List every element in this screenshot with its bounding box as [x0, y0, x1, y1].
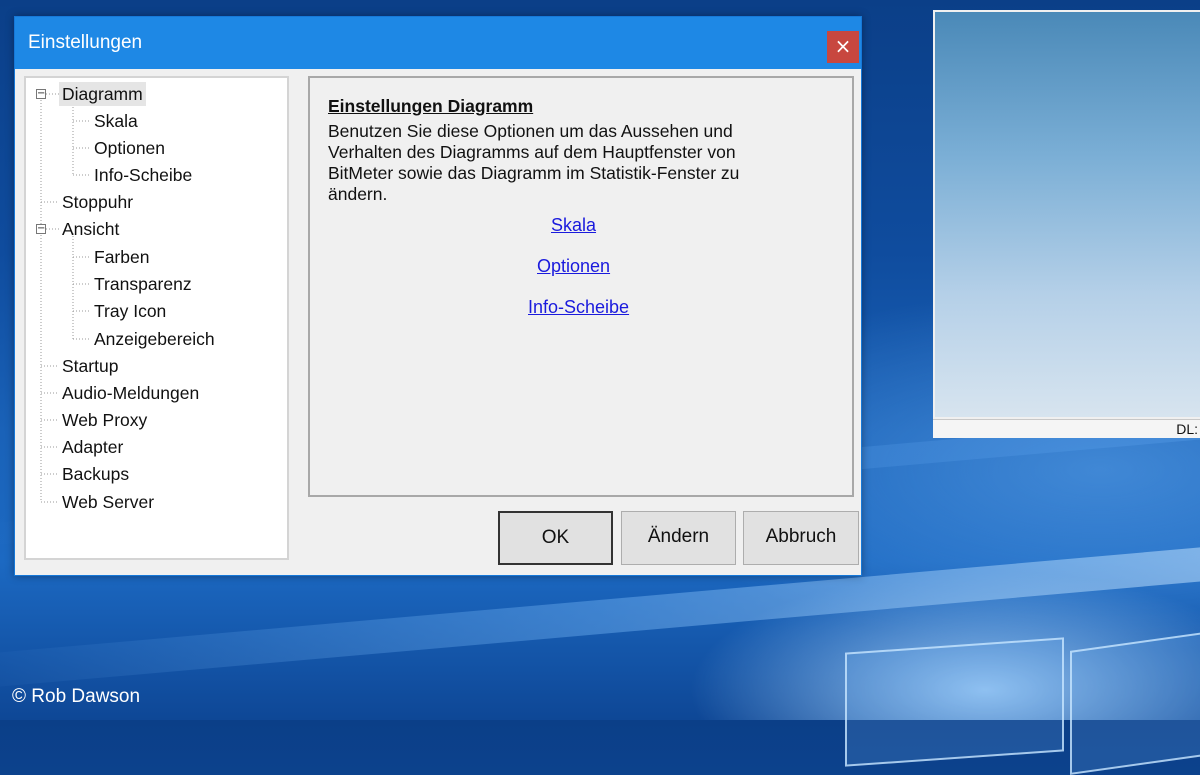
settings-panel: Einstellungen Diagramm Benutzen Sie dies…	[308, 76, 854, 497]
status-bar: DL:	[933, 419, 1200, 438]
minus-icon: −	[37, 88, 46, 99]
tree-item-web-proxy[interactable]: Web Proxy	[59, 408, 150, 432]
dialog-title: Einstellungen	[28, 32, 143, 53]
tree-item-web-server[interactable]: Web Server	[59, 490, 157, 514]
desktop-logo-pane	[1070, 625, 1200, 775]
tree-item-ansicht[interactable]: Ansicht	[59, 217, 122, 241]
ok-button[interactable]: OK	[498, 511, 613, 565]
panel-title: Einstellungen Diagramm	[328, 96, 534, 116]
link-optionen[interactable]: Optionen	[537, 256, 610, 277]
bitmeter-graph-area	[935, 12, 1200, 417]
tree-item-audio-meldungen[interactable]: Audio-Meldungen	[59, 381, 202, 405]
tree-item-tray-icon[interactable]: Tray Icon	[91, 299, 169, 323]
tree-item-diagramm[interactable]: Diagramm	[59, 82, 146, 106]
tree-item-stoppuhr[interactable]: Stoppuhr	[59, 190, 136, 214]
tree-item-backups[interactable]: Backups	[59, 462, 132, 486]
link-skala[interactable]: Skala	[551, 215, 596, 236]
tree-item-optionen[interactable]: Optionen	[91, 136, 168, 160]
settings-tree: − − Diagramm Skala Optionen Info-Scheibe…	[24, 76, 289, 560]
background-window[interactable]: DL:	[933, 10, 1200, 438]
tree-item-adapter[interactable]: Adapter	[59, 435, 126, 459]
tree-item-transparenz[interactable]: Transparenz	[91, 272, 195, 296]
close-button[interactable]: ×	[827, 31, 859, 63]
tree-item-startup[interactable]: Startup	[59, 354, 121, 378]
apply-button[interactable]: Ändern	[621, 511, 736, 565]
panel-description: Benutzen Sie diese Optionen um das Ausse…	[328, 121, 740, 204]
collapse-toggle-ansicht[interactable]: −	[36, 224, 46, 234]
tree-item-anzeigebereich[interactable]: Anzeigebereich	[91, 327, 218, 351]
copyright-watermark: © Rob Dawson	[12, 686, 141, 707]
tree-item-info-scheibe[interactable]: Info-Scheibe	[91, 163, 195, 187]
link-info-scheibe[interactable]: Info-Scheibe	[528, 297, 629, 318]
close-icon: ×	[834, 34, 852, 58]
tree-item-farben[interactable]: Farben	[91, 245, 152, 269]
cancel-button[interactable]: Abbruch	[743, 511, 859, 565]
title-bar[interactable]: Einstellungen ×	[15, 17, 861, 69]
minus-icon: −	[37, 223, 46, 234]
status-text: DL:	[1176, 421, 1198, 437]
settings-dialog: Einstellungen × − − Diagramm Skala Optio…	[14, 16, 862, 576]
collapse-toggle-diagramm[interactable]: −	[36, 89, 46, 99]
tree-item-skala[interactable]: Skala	[91, 109, 141, 133]
desktop-logo-pane	[845, 637, 1064, 767]
